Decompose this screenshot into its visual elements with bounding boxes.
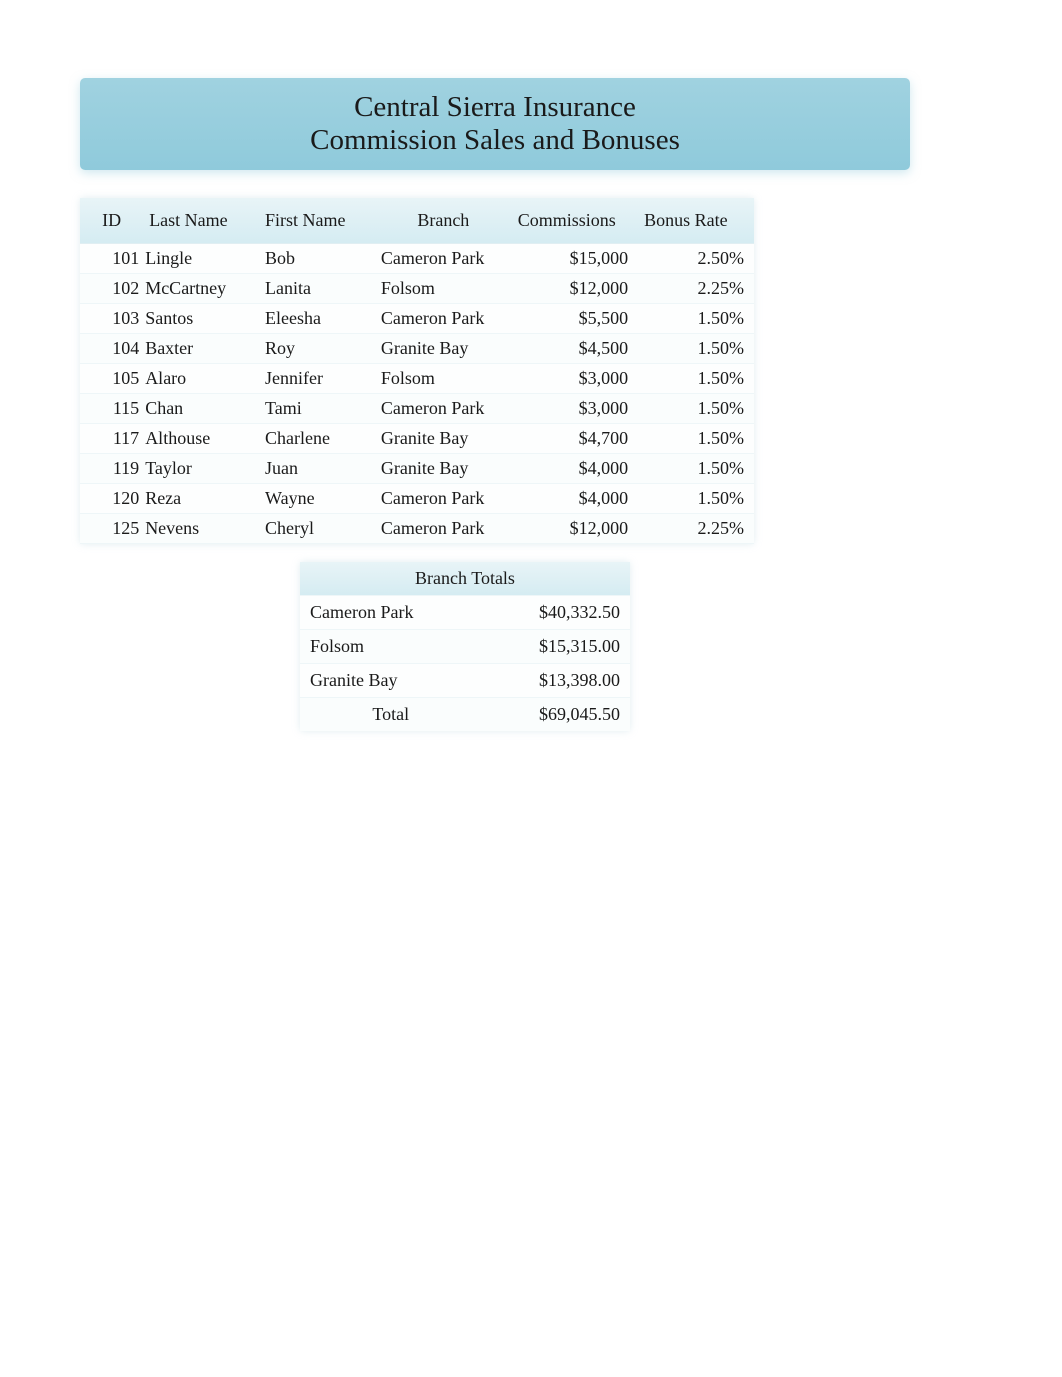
cell-last-name: Baxter: [143, 334, 259, 364]
cell-first-name: Tami: [259, 394, 375, 424]
cell-first-name: Roy: [259, 334, 375, 364]
cell-last-name: Althouse: [143, 424, 259, 454]
cell-commissions: $15,000: [512, 244, 638, 274]
grand-total-amount: $69,045.50: [482, 697, 630, 731]
cell-first-name: Charlene: [259, 424, 375, 454]
cell-last-name: Nevens: [143, 514, 259, 544]
cell-last-name: Lingle: [143, 244, 259, 274]
totals-row: Cameron Park$40,332.50: [300, 595, 630, 629]
cell-commissions: $4,500: [512, 334, 638, 364]
cell-last-name: Reza: [143, 484, 259, 514]
cell-branch: Granite Bay: [375, 424, 512, 454]
cell-id: 105: [80, 364, 143, 394]
table-row: 125NevensCherylCameron Park$12,0002.25%: [80, 514, 754, 544]
cell-first-name: Juan: [259, 454, 375, 484]
table-row: 120RezaWayneCameron Park$4,0001.50%: [80, 484, 754, 514]
cell-first-name: Eleesha: [259, 304, 375, 334]
cell-bonus-rate: 1.50%: [638, 304, 754, 334]
totals-row: Folsom$15,315.00: [300, 629, 630, 663]
header-commissions: Commissions: [512, 198, 638, 244]
title-line1: Central Sierra Insurance: [354, 91, 636, 124]
cell-last-name: Santos: [143, 304, 259, 334]
cell-id: 125: [80, 514, 143, 544]
table-row: 101LingleBobCameron Park$15,0002.50%: [80, 244, 754, 274]
cell-commissions: $4,000: [512, 454, 638, 484]
grand-total-row: Total$69,045.50: [300, 697, 630, 731]
cell-id: 103: [80, 304, 143, 334]
cell-id: 119: [80, 454, 143, 484]
cell-branch: Cameron Park: [375, 484, 512, 514]
cell-commissions: $3,000: [512, 364, 638, 394]
totals-branch-amount: $40,332.50: [482, 595, 630, 629]
cell-last-name: Taylor: [143, 454, 259, 484]
cell-branch: Cameron Park: [375, 244, 512, 274]
header-last-name: Last Name: [143, 198, 259, 244]
cell-first-name: Wayne: [259, 484, 375, 514]
cell-commissions: $5,500: [512, 304, 638, 334]
cell-bonus-rate: 1.50%: [638, 334, 754, 364]
table-row: 104BaxterRoyGranite Bay$4,5001.50%: [80, 334, 754, 364]
branch-totals-table: Branch Totals Cameron Park$40,332.50Fols…: [300, 562, 630, 731]
cell-first-name: Lanita: [259, 274, 375, 304]
header-bonus-rate: Bonus Rate: [638, 198, 754, 244]
cell-branch: Cameron Park: [375, 394, 512, 424]
cell-bonus-rate: 1.50%: [638, 484, 754, 514]
header-first-name: First Name: [259, 198, 375, 244]
cell-last-name: McCartney: [143, 274, 259, 304]
header-branch: Branch: [375, 198, 512, 244]
cell-commissions: $4,700: [512, 424, 638, 454]
cell-id: 104: [80, 334, 143, 364]
cell-branch: Folsom: [375, 364, 512, 394]
header-id: ID: [80, 198, 143, 244]
grand-total-label: Total: [300, 697, 482, 731]
cell-commissions: $12,000: [512, 274, 638, 304]
cell-first-name: Jennifer: [259, 364, 375, 394]
cell-branch: Folsom: [375, 274, 512, 304]
totals-row: Granite Bay$13,398.00: [300, 663, 630, 697]
cell-last-name: Alaro: [143, 364, 259, 394]
cell-bonus-rate: 2.25%: [638, 514, 754, 544]
totals-branch-name: Folsom: [300, 629, 482, 663]
cell-first-name: Cheryl: [259, 514, 375, 544]
cell-commissions: $4,000: [512, 484, 638, 514]
cell-last-name: Chan: [143, 394, 259, 424]
cell-bonus-rate: 1.50%: [638, 424, 754, 454]
totals-branch-amount: $15,315.00: [482, 629, 630, 663]
table-row: 115ChanTamiCameron Park$3,0001.50%: [80, 394, 754, 424]
cell-bonus-rate: 1.50%: [638, 364, 754, 394]
cell-branch: Granite Bay: [375, 334, 512, 364]
cell-id: 120: [80, 484, 143, 514]
table-row: 102McCartneyLanitaFolsom$12,0002.25%: [80, 274, 754, 304]
table-row: 117AlthouseCharleneGranite Bay$4,7001.50…: [80, 424, 754, 454]
table-row: 119TaylorJuanGranite Bay$4,0001.50%: [80, 454, 754, 484]
cell-branch: Cameron Park: [375, 514, 512, 544]
cell-id: 101: [80, 244, 143, 274]
commission-table: ID Last Name First Name Branch Commissio…: [80, 198, 754, 544]
totals-header: Branch Totals: [300, 562, 630, 595]
cell-id: 117: [80, 424, 143, 454]
cell-commissions: $3,000: [512, 394, 638, 424]
table-row: 103SantosEleeshaCameron Park$5,5001.50%: [80, 304, 754, 334]
cell-id: 102: [80, 274, 143, 304]
title-line2: Commission Sales and Bonuses: [310, 124, 680, 157]
title-banner: Central Sierra Insurance Commission Sale…: [80, 78, 910, 170]
totals-branch-name: Cameron Park: [300, 595, 482, 629]
totals-branch-amount: $13,398.00: [482, 663, 630, 697]
cell-bonus-rate: 2.50%: [638, 244, 754, 274]
cell-bonus-rate: 1.50%: [638, 394, 754, 424]
totals-branch-name: Granite Bay: [300, 663, 482, 697]
cell-branch: Granite Bay: [375, 454, 512, 484]
cell-first-name: Bob: [259, 244, 375, 274]
cell-id: 115: [80, 394, 143, 424]
table-row: 105AlaroJenniferFolsom$3,0001.50%: [80, 364, 754, 394]
cell-bonus-rate: 2.25%: [638, 274, 754, 304]
cell-bonus-rate: 1.50%: [638, 454, 754, 484]
cell-branch: Cameron Park: [375, 304, 512, 334]
cell-commissions: $12,000: [512, 514, 638, 544]
